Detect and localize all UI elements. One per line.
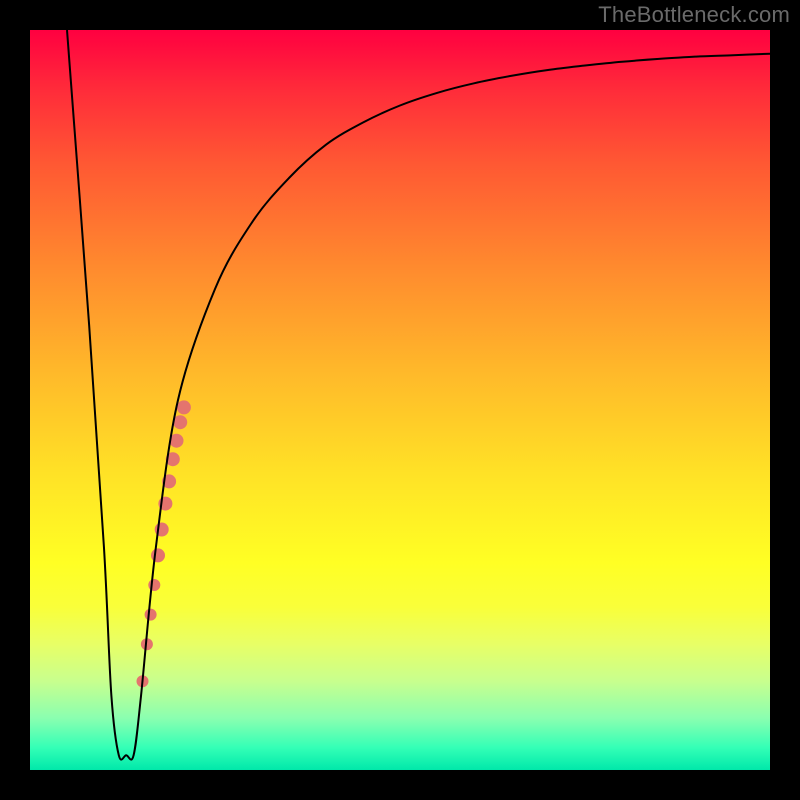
highlight-dot: [177, 400, 191, 414]
highlight-dot: [148, 579, 160, 591]
highlight-dot: [145, 609, 157, 621]
plot-area: [30, 30, 770, 770]
chart-frame: TheBottleneck.com: [0, 0, 800, 800]
highlight-dot: [151, 548, 165, 562]
curve-layer: [30, 30, 770, 770]
highlight-dots: [137, 400, 191, 687]
bottleneck-curve: [67, 30, 770, 760]
watermark-text: TheBottleneck.com: [598, 2, 790, 28]
